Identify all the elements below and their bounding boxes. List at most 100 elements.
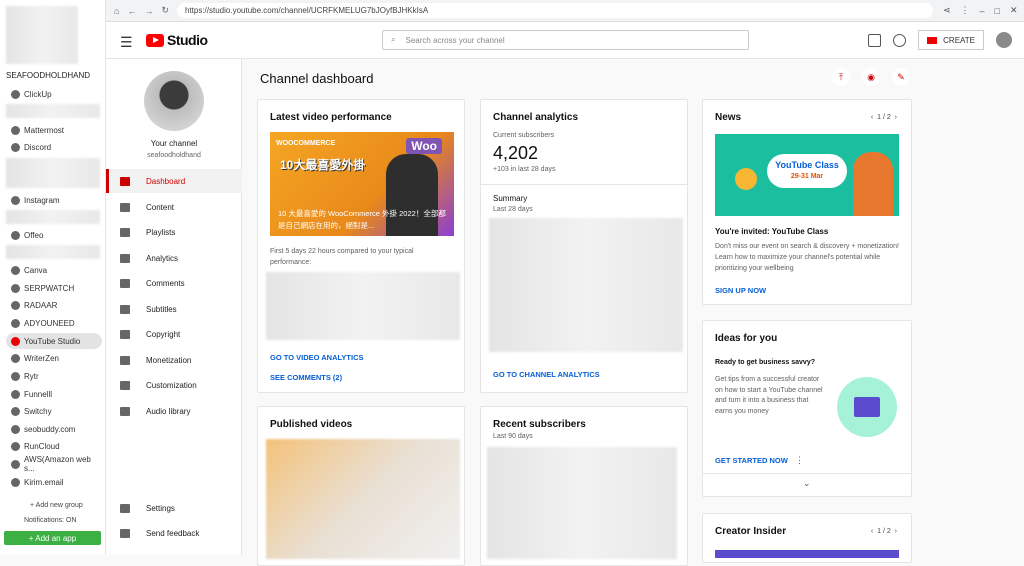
create-button[interactable]: CREATE — [918, 30, 984, 50]
nav-customization[interactable]: Customization — [106, 373, 242, 397]
more-icon[interactable]: ⋮ — [961, 5, 970, 16]
get-started-link[interactable]: GET STARTED NOW — [715, 456, 788, 465]
kirim-icon — [11, 477, 20, 487]
news-pager[interactable]: ‹ 1 / 2 › — [871, 114, 897, 121]
nav-copyright[interactable]: Copyright — [106, 322, 242, 346]
url-bar[interactable]: https://studio.youtube.com/channel/UCRFK… — [176, 3, 933, 18]
video-thumbnail[interactable]: WOOCOMMERCE Woo 10大最喜愛外掛 10 大最喜愛的 WooCom… — [270, 132, 454, 236]
dollar-icon — [120, 355, 130, 365]
nav-playlists[interactable]: Playlists — [106, 220, 242, 244]
notifications-toggle[interactable]: Notifications: ON — [24, 517, 77, 524]
app-radaar[interactable]: RADAAR — [6, 297, 102, 313]
summary-label: Summary — [493, 194, 528, 203]
nav-analytics[interactable]: Analytics — [106, 246, 242, 270]
channel-analytics-link[interactable]: GO TO CHANNEL ANALYTICS — [493, 370, 600, 379]
app-serpwatch[interactable]: SERPWATCH — [6, 280, 102, 296]
nav-subtitles[interactable]: Subtitles — [106, 297, 242, 321]
blurred-subscriber-list — [487, 447, 677, 559]
forward-icon[interactable]: → — [144, 6, 153, 16]
blurred-summary — [489, 218, 683, 352]
ideas-illustration — [837, 377, 897, 437]
reload-icon[interactable]: ↻ — [161, 5, 169, 16]
upload-icon[interactable]: ⤒ — [832, 68, 850, 86]
news-image[interactable]: YouTube Class 29-31 Mar — [715, 134, 899, 216]
app-adyouneed[interactable]: ADYOUNEED — [6, 315, 102, 331]
dashboard-icon — [120, 176, 130, 186]
create-post-icon[interactable]: ✎ — [892, 68, 910, 86]
divider — [481, 184, 687, 185]
channel-avatar[interactable] — [144, 71, 204, 131]
recent-subscribers-card: Recent subscribers Last 90 days — [480, 406, 688, 566]
news-body: Don't miss our event on search & discove… — [715, 243, 900, 272]
performance-compare: First 5 days 22 hours compared to your t… — [270, 248, 414, 266]
playlists-icon — [120, 227, 130, 237]
app-canva[interactable]: Canva — [6, 262, 102, 278]
home-icon[interactable]: ⌂ — [114, 6, 119, 16]
blurred-metrics — [266, 272, 460, 340]
switchy-icon — [11, 406, 20, 416]
nav-send-feedback[interactable]: Send feedback — [106, 521, 242, 545]
app-seobuddy[interactable]: seobuddy.com — [6, 421, 102, 437]
insider-image[interactable] — [715, 550, 899, 558]
video-analytics-link[interactable]: GO TO VIDEO ANALYTICS — [270, 353, 364, 362]
more-options-icon[interactable]: ⋮ — [795, 455, 804, 466]
nav-comments[interactable]: Comments — [106, 271, 242, 295]
close-icon[interactable]: ✕ — [1010, 5, 1018, 16]
blurred-app — [6, 104, 100, 118]
canva-icon — [11, 265, 20, 275]
studio-logo[interactable]: Studio — [146, 32, 208, 48]
app-discord[interactable]: Discord — [6, 139, 102, 155]
app-switchy[interactable]: Switchy — [6, 403, 102, 419]
app-funnelll[interactable]: Funnelll — [6, 386, 102, 402]
app-instagram[interactable]: Instagram — [6, 192, 102, 208]
nav-content[interactable]: Content — [106, 195, 242, 219]
card-title: Recent subscribers — [493, 419, 586, 430]
rytr-icon — [11, 371, 20, 381]
app-kirim-email[interactable]: Kirim.email — [6, 474, 102, 490]
channel-analytics-card: Channel analytics Current subscribers 4,… — [480, 99, 688, 393]
seobuddy-icon — [11, 424, 20, 434]
analytics-icon — [120, 253, 130, 263]
maximize-icon[interactable]: □ — [995, 6, 1000, 16]
minimize-icon[interactable]: – — [980, 6, 985, 16]
insider-pager[interactable]: ‹ 1 / 2 › — [871, 528, 897, 535]
app-mattermost[interactable]: Mattermost — [6, 122, 102, 138]
messages-icon[interactable] — [868, 33, 882, 47]
app-offeo[interactable]: Offeo — [6, 227, 102, 243]
add-group-button[interactable]: + Add new group — [30, 502, 83, 509]
sign-up-link[interactable]: SIGN UP NOW — [715, 286, 766, 295]
workspace-logo — [6, 6, 78, 64]
help-icon[interactable] — [893, 33, 907, 47]
summary-period: Last 28 days — [493, 206, 533, 213]
recent-period: Last 90 days — [493, 433, 533, 440]
add-app-button[interactable]: + Add an app — [4, 531, 101, 545]
blurred-app — [6, 210, 100, 224]
nav-monetization[interactable]: Monetization — [106, 348, 242, 372]
app-aws[interactable]: AWS(Amazon web s... — [6, 455, 102, 473]
account-avatar[interactable] — [996, 32, 1012, 48]
search-input[interactable]: ⌕ Search across your channel — [382, 30, 749, 50]
app-writerzen[interactable]: WriterZen — [6, 350, 102, 366]
app-clickup[interactable]: ClickUp — [6, 86, 102, 102]
creator-insider-card: Creator Insider ‹ 1 / 2 › — [702, 513, 912, 563]
nav-dashboard[interactable]: Dashboard — [106, 169, 242, 193]
share-icon[interactable]: ⋖ — [943, 5, 951, 16]
app-rytr[interactable]: Rytr — [6, 368, 102, 384]
chevron-down-icon[interactable]: ⌄ — [803, 478, 811, 489]
workspace-name: SEAFOODHOLDHAND — [6, 71, 91, 80]
nav-audio-library[interactable]: Audio library — [106, 399, 242, 423]
see-comments-link[interactable]: SEE COMMENTS (2) — [270, 373, 342, 382]
go-live-icon[interactable]: ◉ — [862, 68, 880, 86]
channel-handle: seafoodholdhand — [147, 152, 201, 159]
video-camera-icon — [927, 36, 938, 44]
subscribers-label: Current subscribers — [493, 132, 555, 139]
app-runcloud[interactable]: RunCloud — [6, 438, 102, 454]
briefcase-icon — [854, 397, 880, 417]
card-title: Creator Insider — [715, 526, 787, 537]
back-icon[interactable]: ← — [127, 6, 136, 16]
latest-video-card: Latest video performance WOOCOMMERCE Woo… — [257, 99, 465, 393]
app-youtube-studio[interactable]: YouTube Studio — [6, 333, 102, 349]
nav-settings[interactable]: Settings — [106, 496, 242, 520]
funnelll-icon — [11, 389, 20, 399]
hamburger-icon[interactable]: ☰ — [120, 34, 133, 51]
